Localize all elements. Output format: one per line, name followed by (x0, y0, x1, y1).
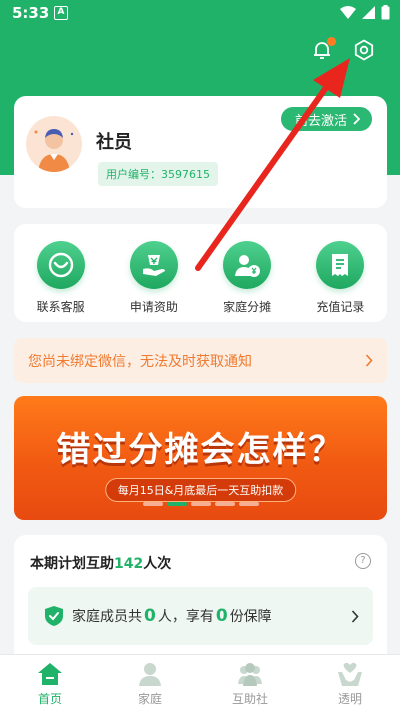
members-count: 0 (144, 606, 156, 626)
battery-icon (381, 5, 390, 20)
help-icon[interactable]: ? (355, 553, 371, 569)
status-bar: 5:33 A (0, 0, 400, 28)
action-label: 申请资助 (129, 300, 178, 314)
chevron-right-icon (353, 113, 360, 125)
plan-title-prefix: 本期计划互助 (30, 556, 114, 572)
members-suffix: 份保障 (229, 609, 272, 625)
quick-actions-card: 联系客服 申请资助 家庭分摊 充值记录 (14, 224, 387, 322)
tab-home[interactable]: 首页 (10, 655, 90, 710)
tab-label: 首页 (37, 692, 62, 706)
tab-label: 家庭 (137, 692, 162, 706)
plan-title-suffix: 人次 (143, 556, 172, 572)
action-label: 充值记录 (316, 300, 365, 314)
carousel-dot-active (166, 502, 187, 506)
avatar[interactable] (26, 116, 82, 172)
gear-icon (354, 39, 374, 61)
wechat-bind-notice[interactable]: 您尚未绑定微信，无法及时获取通知 (14, 338, 387, 383)
shield-check-icon (45, 606, 63, 626)
header-actions (310, 37, 376, 62)
bottom-tab-bar: 首页 家庭 互助社 透明 (0, 654, 400, 710)
banner-title: 错过分摊会怎样？ (56, 430, 345, 470)
user-avatar-icon (34, 129, 74, 172)
promo-banner[interactable]: 错过分摊会怎样？ 每月15日&月底最后一天互助扣款 (14, 396, 387, 520)
carousel-dot (190, 502, 211, 506)
tab-label: 互助社 (231, 692, 268, 706)
user-id-badge: 用户编号：3597615 (98, 162, 218, 186)
action-label: 家庭分摊 (223, 300, 272, 314)
notification-button[interactable] (310, 37, 336, 62)
guarantee-count: 0 (215, 606, 228, 626)
notification-dot (327, 37, 336, 46)
action-apply-aid-circle (129, 241, 178, 289)
status-time: 5:33 (12, 4, 50, 22)
action-label: 联系客服 (36, 300, 85, 314)
home-icon (38, 663, 62, 685)
carousel-indicator (14, 502, 387, 506)
action-contact-service[interactable]: 联系客服 (21, 241, 101, 322)
action-recharge-records-circle (316, 241, 365, 289)
tab-family[interactable]: 家庭 (110, 655, 190, 710)
action-family-share-circle (223, 241, 272, 289)
carousel-dot (214, 502, 235, 506)
person-coin-icon (235, 255, 261, 277)
money-hand-icon (142, 255, 165, 276)
tab-transparency[interactable]: 透明 (310, 655, 390, 710)
status-indicators (340, 5, 390, 20)
smile-icon (48, 252, 73, 278)
activate-button-label: 前去激活 (294, 113, 347, 129)
carousel-dot (142, 502, 163, 506)
wifi-icon (340, 6, 356, 19)
group-icon (238, 663, 262, 686)
family-members-row[interactable]: 家庭成员共 0 人，享有 0 份保障 (28, 587, 373, 645)
user-name: 社员 (96, 132, 132, 153)
settings-button[interactable] (352, 38, 376, 62)
family-members-text: 家庭成员共 0 人，享有 0 份保障 (72, 606, 351, 626)
action-contact-service-circle (36, 241, 85, 289)
tab-label: 透明 (337, 692, 362, 706)
members-prefix: 家庭成员共 (72, 609, 142, 625)
plan-count: 142 (114, 556, 144, 572)
person-icon (139, 663, 161, 686)
action-family-share[interactable]: 家庭分摊 (207, 241, 287, 322)
wechat-notice-text: 您尚未绑定微信，无法及时获取通知 (28, 353, 252, 370)
profile-card: 社员 用户编号：3597615 前去激活 (14, 96, 387, 208)
members-mid: 人，享有 (157, 609, 214, 625)
signal-icon (362, 6, 375, 19)
banner-subtitle: 每月15日&月底最后一天互助扣款 (104, 478, 297, 502)
hands-heart-icon (338, 662, 362, 686)
receipt-icon (332, 254, 349, 276)
plan-title: 本期计划互助142人次 (30, 553, 171, 573)
activate-button[interactable]: 前去激活 (279, 106, 373, 132)
chevron-right-icon (365, 354, 373, 367)
tab-mutual-aid[interactable]: 互助社 (210, 655, 290, 710)
action-apply-aid[interactable]: 申请资助 (114, 241, 194, 322)
action-recharge-records[interactable]: 充值记录 (300, 241, 380, 322)
chevron-right-icon (351, 609, 359, 623)
carousel-dot (238, 502, 259, 506)
notification-a-icon: A (54, 6, 68, 20)
